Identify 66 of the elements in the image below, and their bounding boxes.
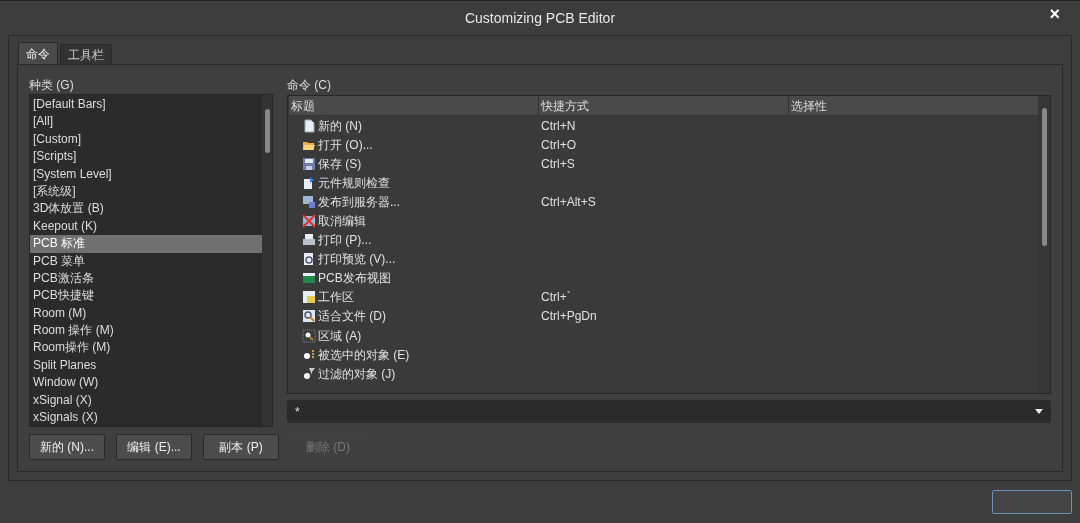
command-title: 打印 (P)... <box>318 232 372 250</box>
zoom-filter-icon <box>302 366 316 381</box>
shortcut-text: Ctrl+Alt+S <box>541 194 596 209</box>
command-title: 工作区 <box>318 289 354 307</box>
printer-icon <box>302 233 316 248</box>
document-arrow-icon <box>302 175 316 190</box>
board-icon <box>302 271 316 286</box>
action-button[interactable]: 副本 (P) <box>203 434 279 460</box>
scrollbar[interactable] <box>262 95 272 426</box>
window-title: Customizing PCB Editor <box>464 8 616 28</box>
command-title: 适合文件 (D) <box>318 308 386 326</box>
command-title: 打开 (O)... <box>318 136 373 154</box>
command-title: 区域 (A) <box>318 327 362 345</box>
command-title: 新的 (N) <box>318 117 362 135</box>
category-item[interactable]: PCB激活条 <box>30 269 262 288</box>
category-item[interactable]: Room操作 (M) <box>30 339 262 357</box>
shortcut-text: Ctrl+S <box>541 156 575 171</box>
category-item[interactable]: Room 操作 (M) <box>30 322 262 340</box>
category-item[interactable]: 3D体放置 (B) <box>30 200 262 218</box>
category-item[interactable]: PCB 标准 <box>30 235 262 253</box>
category-item[interactable]: [Default Bars] <box>30 96 262 114</box>
shortcut-text: Ctrl+` <box>541 290 571 305</box>
shortcut-text: Ctrl+N <box>541 118 576 133</box>
window-icon <box>302 290 316 305</box>
scrollbar[interactable] <box>1038 96 1050 393</box>
zoom-fit-icon <box>302 309 316 324</box>
category-item[interactable]: [All] <box>30 113 262 131</box>
column-header[interactable]: 标题 <box>288 96 538 116</box>
column-header[interactable]: 快捷方式 <box>538 96 788 116</box>
category-item[interactable]: [Scripts] <box>30 148 262 166</box>
category-label: 种类 (G) <box>29 77 75 94</box>
category-item[interactable]: xSignal (X) <box>30 391 262 410</box>
document-icon <box>302 118 316 133</box>
command-title: 发布到服务器... <box>318 193 400 211</box>
filter-dropdown[interactable]: * <box>287 400 1051 423</box>
command-title: PCB发布视图 <box>318 270 391 288</box>
category-item[interactable]: PCB快捷键 <box>30 287 262 305</box>
close-button[interactable]: × <box>1049 5 1060 23</box>
category-item[interactable]: xSignals (X) <box>30 409 262 427</box>
command-title: 元件规则检查 <box>318 174 390 192</box>
category-item[interactable]: [Custom] <box>30 130 262 149</box>
category-item[interactable]: Keepout (K) <box>30 217 262 236</box>
category-item[interactable]: Split Planes <box>30 356 262 375</box>
zoom-selection-icon <box>302 347 316 362</box>
command-title: 保存 (S) <box>318 155 362 173</box>
category-item[interactable]: [System Level] <box>30 165 262 183</box>
shortcut-text: Ctrl+PgDn <box>541 309 597 324</box>
command-label: 命令 (C) <box>287 77 332 94</box>
caret-icon <box>1035 409 1043 414</box>
action-button[interactable]: 新的 (N)... <box>29 434 105 460</box>
tab[interactable]: 工具栏 <box>60 44 112 64</box>
command-title: 取消编辑 <box>318 213 366 230</box>
action-button[interactable]: 编辑 (E)... <box>116 434 192 460</box>
tab[interactable]: 命令 <box>18 42 58 64</box>
cross-icon <box>302 214 316 228</box>
category-item[interactable]: [系统级] <box>30 182 262 201</box>
category-item[interactable]: Window (W) <box>30 374 262 392</box>
command-title: 被选中的对象 (E) <box>318 346 410 364</box>
category-item[interactable]: Room (M) <box>30 304 262 323</box>
dialog-button[interactable] <box>992 490 1072 514</box>
command-title: 打印预览 (V)... <box>318 251 396 269</box>
command-title: 过滤的对象 (J) <box>318 365 396 383</box>
magnifier-page-icon <box>302 252 316 267</box>
zoom-area-icon <box>302 328 316 343</box>
category-item[interactable]: PCB 菜单 <box>30 252 262 270</box>
shortcut-text: Ctrl+O <box>541 137 576 152</box>
